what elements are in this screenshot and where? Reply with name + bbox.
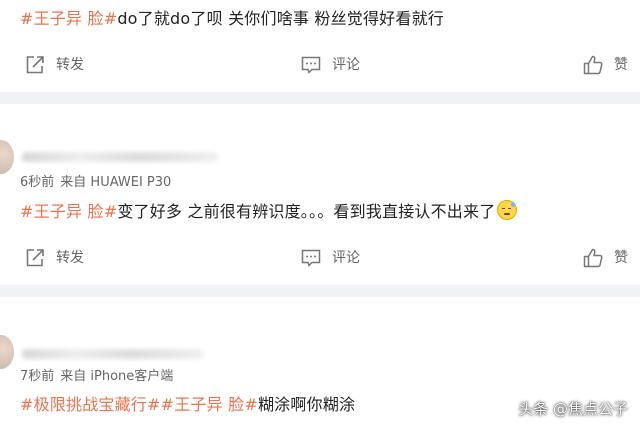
post-body: do了就do了呗 关你们啥事 粉丝觉得好看就行 — [117, 9, 444, 28]
repost-label: 转发 — [56, 250, 84, 266]
post-source: 来自 HUAWEI P30 — [60, 175, 172, 190]
blurred-username — [22, 152, 218, 162]
watermark: 头条 @焦点公子 — [518, 400, 628, 418]
post-body: 糊涂啊你糊涂 — [257, 395, 356, 414]
post-1: #王子异 脸#do了就do了呗 关你们啥事 粉丝觉得好看就行 转发 评论 赞 — [0, 0, 640, 92]
post-text: #王子异 脸#变了好多 之前很有辨识度。。。看到我直接认不出来了 — [20, 200, 518, 223]
repost-button[interactable]: 转发 — [24, 50, 84, 80]
share-icon — [24, 54, 46, 76]
avatar[interactable] — [0, 140, 14, 174]
post-text: #王子异 脸#do了就do了呗 关你们啥事 粉丝觉得好看就行 — [20, 8, 444, 30]
comment-label: 评论 — [332, 57, 360, 73]
post-separator — [0, 92, 640, 104]
thumbs-up-icon — [582, 54, 604, 76]
post-separator — [0, 285, 640, 297]
post-text: #极限挑战宝藏行##王子异 脸#糊涂啊你糊涂 — [20, 394, 355, 416]
post-meta: 6秒前 来自 HUAWEI P30 — [20, 174, 171, 192]
post-body: 变了好多 之前很有辨识度。。。看到我直接认不出来了 — [117, 202, 496, 221]
hashtag-link[interactable]: #王子异 脸# — [161, 395, 258, 414]
hashtag-link[interactable]: #极限挑战宝藏行# — [20, 395, 161, 414]
hashtag-link[interactable]: #王子异 脸# — [20, 202, 117, 221]
hashtag-link[interactable]: #王子异 脸# — [20, 9, 117, 28]
post-time: 7秒前 — [20, 369, 55, 384]
post-2: 6秒前 来自 HUAWEI P30 #王子异 脸#变了好多 之前很有辨识度。。。看… — [0, 104, 640, 285]
comment-label: 评论 — [332, 250, 360, 266]
share-icon — [24, 247, 46, 269]
repost-label: 转发 — [56, 57, 84, 73]
action-bar: 转发 评论 赞 — [0, 243, 640, 273]
avatar[interactable] — [0, 335, 14, 369]
thumbs-up-icon — [582, 247, 604, 269]
sweat-emoji-icon — [497, 200, 518, 220]
post-meta: 7秒前 来自 iPhone客户端 — [20, 368, 173, 386]
post-time: 6秒前 — [20, 175, 55, 190]
comment-button[interactable]: 评论 — [300, 50, 360, 80]
repost-button[interactable]: 转发 — [24, 243, 84, 273]
like-button[interactable]: 赞 — [582, 50, 628, 80]
comment-icon — [300, 54, 322, 76]
blurred-username — [22, 349, 204, 359]
comment-button[interactable]: 评论 — [300, 243, 360, 273]
like-button[interactable]: 赞 — [582, 243, 628, 273]
like-label: 赞 — [614, 57, 628, 73]
like-label: 赞 — [614, 250, 628, 266]
comment-icon — [300, 247, 322, 269]
post-source: 来自 iPhone客户端 — [60, 369, 174, 384]
action-bar: 转发 评论 赞 — [0, 50, 640, 80]
